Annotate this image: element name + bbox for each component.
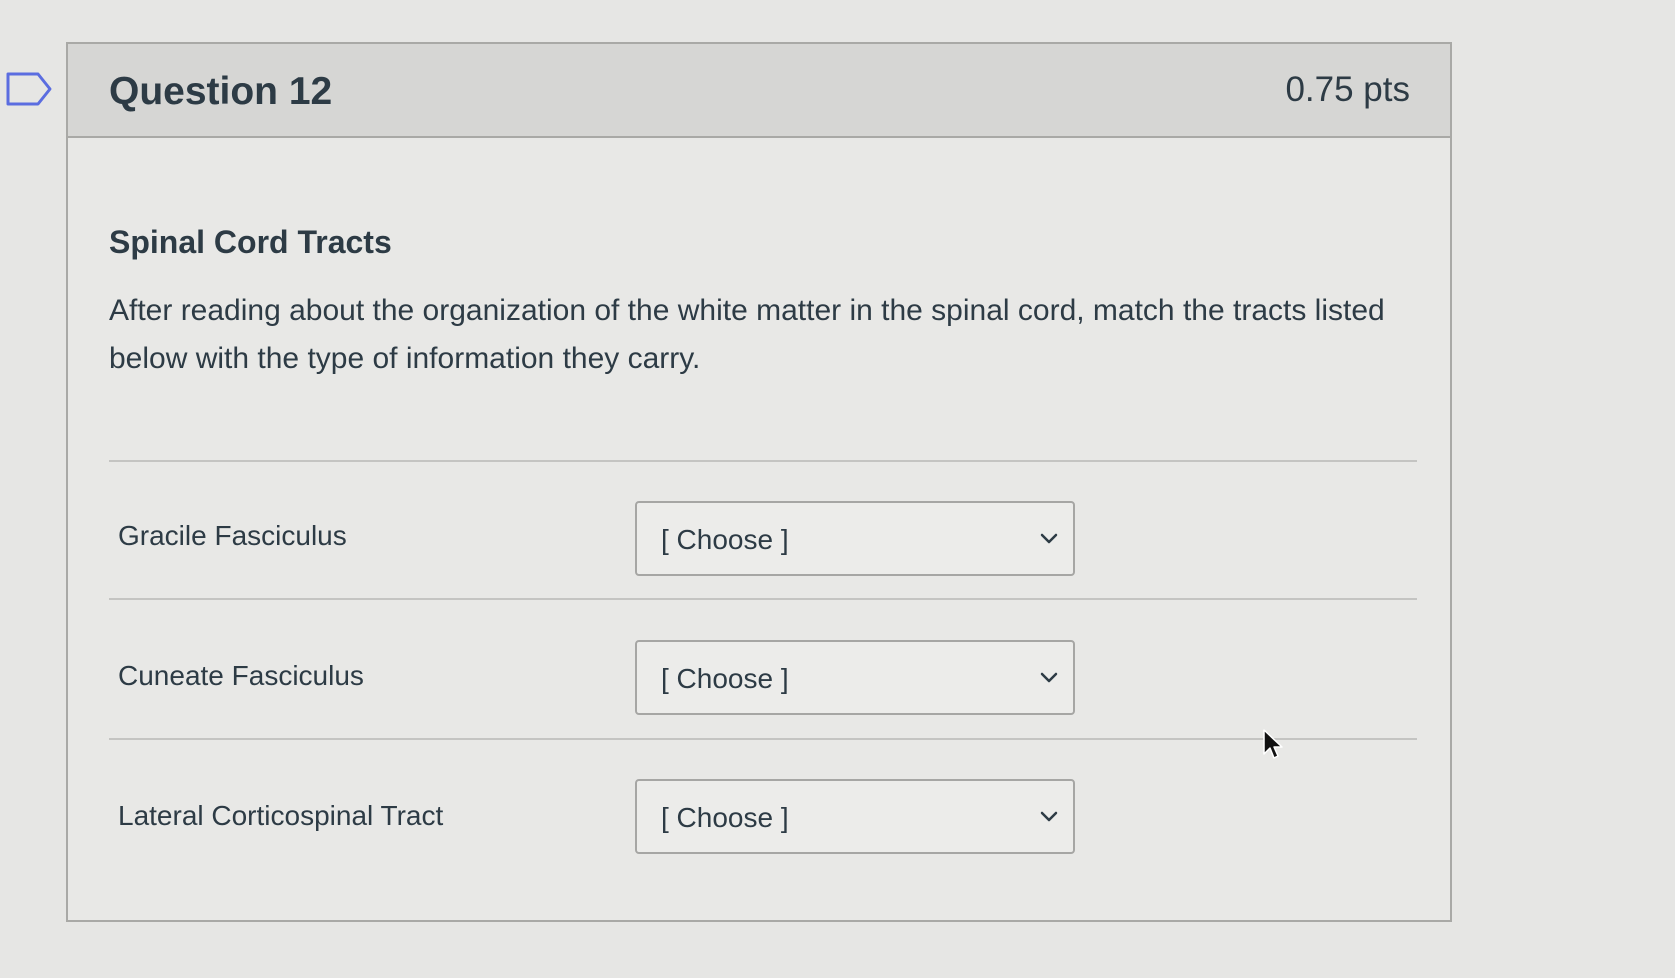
match-select-lateral-corticospinal-tract[interactable]: [ Choose ] (635, 779, 1075, 854)
chevron-down-icon (1040, 672, 1058, 683)
chevron-down-icon (1040, 533, 1058, 544)
question-card: Question 12 0.75 pts Spinal Cord Tracts … (66, 42, 1452, 922)
question-points: 0.75 pts (1285, 70, 1410, 109)
bookmark-icon[interactable] (6, 72, 52, 106)
match-label-cuneate-fasciculus: Cuneate Fasciculus (118, 660, 364, 691)
answer-divider (109, 598, 1417, 600)
match-select-gracile-fasciculus[interactable]: [ Choose ] (635, 501, 1075, 576)
match-label-lateral-corticospinal-tract: Lateral Corticospinal Tract (118, 800, 444, 831)
match-select-cuneate-fasciculus[interactable]: [ Choose ] (635, 640, 1075, 715)
question-prompt: After reading about the organization of … (109, 294, 1385, 375)
chevron-down-icon (1040, 811, 1058, 822)
question-title: Question 12 (109, 70, 333, 113)
mouse-cursor-icon (1263, 729, 1283, 759)
question-body: Spinal Cord Tracts After reading about t… (109, 224, 1419, 383)
question-header: Question 12 0.75 pts (68, 44, 1450, 138)
answer-divider (109, 460, 1417, 462)
select-value: [ Choose ] (661, 802, 789, 833)
select-value: [ Choose ] (661, 663, 789, 694)
section-title: Spinal Cord Tracts (109, 224, 392, 260)
select-value: [ Choose ] (661, 524, 789, 555)
match-label-gracile-fasciculus: Gracile Fasciculus (118, 520, 347, 551)
answer-divider (109, 738, 1417, 740)
